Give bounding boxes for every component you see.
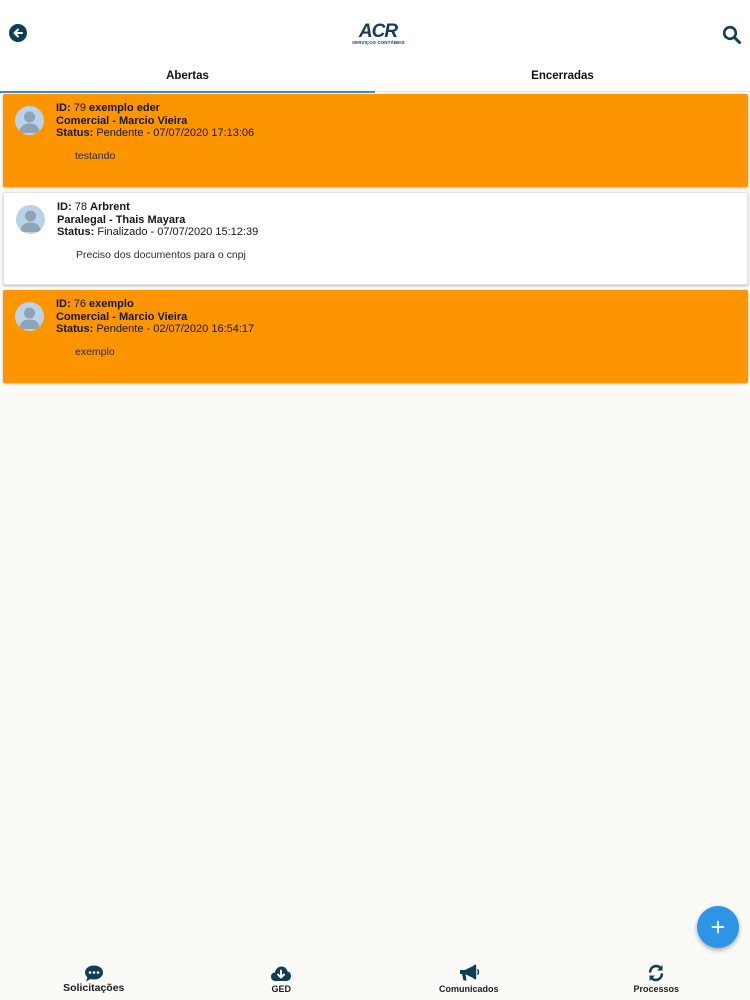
ticket-id: 76 bbox=[73, 298, 86, 310]
nav-label: Processos bbox=[633, 984, 680, 994]
ticket-status: Finalizado - 07/07/2020 15:12:39 bbox=[97, 226, 259, 238]
ticket-title: exemplo bbox=[89, 298, 134, 310]
chat-bubble-icon bbox=[83, 964, 105, 982]
add-ticket-button[interactable] bbox=[697, 906, 739, 948]
megaphone-icon bbox=[458, 964, 480, 982]
back-button[interactable] bbox=[9, 24, 27, 42]
user-placeholder-icon bbox=[19, 307, 40, 329]
nav-processos[interactable]: Processos bbox=[563, 955, 750, 1000]
ticket-status-line: Status: Pendente - 02/07/2020 16:54:17 bbox=[56, 323, 255, 335]
nav-solicitacoes[interactable]: Solicitações bbox=[0, 955, 188, 1000]
ticket-list: ID: 79 exemplo eder Comercial - Marcio V… bbox=[3, 94, 748, 388]
ticket-title: Arbrent bbox=[90, 201, 130, 213]
search-icon bbox=[722, 25, 741, 44]
avatar bbox=[15, 106, 44, 135]
logo-subtext: SERVIÇOS CONTÁBEIS bbox=[352, 40, 405, 45]
user-placeholder-icon bbox=[19, 111, 40, 133]
ticket-id: 78 bbox=[74, 201, 87, 213]
nav-label: Comunicados bbox=[438, 984, 499, 994]
ticket-message: exemplo bbox=[75, 346, 115, 358]
ticket-status: Pendente - 07/07/2020 17:13:06 bbox=[96, 127, 255, 139]
ticket-id-line: ID: 76 exemplo bbox=[56, 298, 134, 310]
tab-abertas[interactable]: Abertas bbox=[0, 60, 375, 93]
refresh-icon bbox=[645, 964, 667, 982]
ticket-id-line: ID: 78 Arbrent bbox=[57, 201, 130, 213]
ticket-status-line: Status: Finalizado - 07/07/2020 15:12:39 bbox=[57, 226, 259, 238]
app-header: ACR SERVIÇOS CONTÁBEIS bbox=[0, 0, 750, 60]
nav-ged[interactable]: GED bbox=[188, 955, 376, 1000]
ticket-id: 79 bbox=[73, 102, 86, 114]
cloud-download-icon bbox=[270, 964, 292, 982]
bottom-nav: Solicitações GED Comunicados Processos bbox=[0, 955, 750, 1000]
ticket-message: testando bbox=[75, 150, 116, 162]
avatar bbox=[16, 205, 45, 234]
nav-comunicados[interactable]: Comunicados bbox=[375, 955, 563, 1000]
tab-bar: Abertas Encerradas bbox=[0, 60, 750, 93]
acr-logo: ACR SERVIÇOS CONTÁBEIS bbox=[352, 21, 405, 48]
avatar bbox=[15, 302, 44, 331]
user-placeholder-icon bbox=[20, 210, 41, 232]
tab-encerradas[interactable]: Encerradas bbox=[375, 60, 750, 92]
ticket-id-line: ID: 79 exemplo eder bbox=[56, 102, 160, 114]
ticket-status-line: Status: Pendente - 07/07/2020 17:13:06 bbox=[56, 127, 255, 139]
ticket-status: Pendente - 02/07/2020 16:54:17 bbox=[96, 323, 255, 335]
ticket-title: exemplo eder bbox=[89, 102, 160, 114]
search-button[interactable] bbox=[722, 25, 742, 45]
plus-icon bbox=[711, 920, 725, 934]
ticket-card[interactable]: ID: 79 exemplo eder Comercial - Marcio V… bbox=[3, 94, 748, 187]
ticket-card[interactable]: ID: 78 Arbrent Paralegal - Thais Mayara … bbox=[3, 192, 748, 285]
arrow-left-icon bbox=[13, 28, 23, 38]
ticket-card[interactable]: ID: 76 exemplo Comercial - Marcio Vieira… bbox=[3, 290, 748, 383]
nav-label: Solicitações bbox=[63, 982, 125, 994]
nav-label: GED bbox=[271, 984, 291, 994]
ticket-message: Preciso dos documentos para o cnpj bbox=[76, 249, 246, 261]
